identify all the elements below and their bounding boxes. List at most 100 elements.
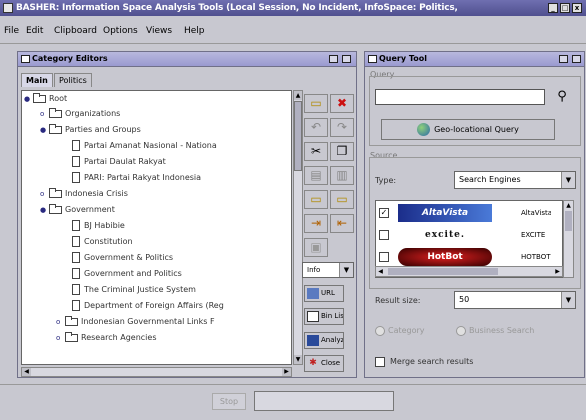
info-select[interactable]: Info ▼ [302,262,354,278]
tree-vertical-scrollbar[interactable]: ▲ ▼ [293,90,303,365]
tree-node[interactable]: ● Root [24,91,67,107]
cut-icon[interactable]: ✂ [304,142,328,161]
tree-node[interactable]: The Criminal Justice System [72,282,196,298]
list-item[interactable]: excite. EXCITE [376,225,552,247]
tree-node[interactable]: Government & Politics [72,250,173,266]
scroll-left-arrow-icon[interactable]: ◀ [376,267,385,276]
export-icon[interactable]: ⇤ [330,214,354,233]
frame-minimize-button[interactable] [329,55,338,63]
scroll-up-arrow-icon[interactable]: ▲ [294,91,302,100]
expand-handle-icon[interactable]: ● [40,122,49,138]
document-icon [72,252,80,263]
frame-maximize-button[interactable] [572,55,581,63]
collapse-handle-icon[interactable]: o [40,186,49,202]
tree-node[interactable]: o Indonesian Governmental Links F [56,314,215,330]
properties-icon[interactable]: ▣ [304,238,328,257]
engine-checkbox[interactable] [379,230,389,240]
delete-icon[interactable]: ✖ [330,94,354,113]
folder-icon [33,93,46,103]
category-tree[interactable]: ● Root o Organizations ● Parties and Groups… [21,90,292,365]
document-icon [72,284,80,295]
tab-main[interactable]: Main [21,73,53,87]
expand-handle-icon[interactable]: ● [40,202,49,218]
query-tool-title: Query Tool [379,54,427,63]
menu-help[interactable]: Help [184,26,205,36]
engine-checkbox[interactable]: ✓ [379,208,389,218]
tree-node[interactable]: o Research Agencies [56,330,157,346]
tree-node-label: Partai Daulat Rakyat [84,157,166,166]
close-window-button[interactable]: x [572,3,582,13]
query-input[interactable] [375,89,545,105]
close-button[interactable]: ✱ Close [304,355,344,372]
window-title: BASHER: Information Space Analysis Tools… [16,3,458,13]
chevron-down-icon[interactable]: ▼ [561,172,575,188]
stop-button[interactable]: Stop [212,393,246,410]
tab-politics[interactable]: Politics [54,73,92,87]
expand-handle-icon[interactable]: ● [24,91,33,107]
tree-horizontal-scrollbar[interactable]: ◀ ▶ [21,367,292,377]
binoculars-icon[interactable]: ⚲ [550,87,574,107]
query-tool-title-bar[interactable]: Query Tool [365,52,584,67]
category-radio[interactable] [375,326,385,336]
engine-list-vertical-scrollbar[interactable]: ▲ [563,200,574,278]
scroll-thumb[interactable] [294,101,302,171]
tree-node[interactable]: o Organizations [40,106,120,122]
scroll-up-arrow-icon[interactable]: ▲ [564,201,573,210]
tree-node[interactable]: Department of Foreign Affairs (Reg [72,298,224,314]
list-item[interactable]: ✓ AltaVista AltaVista [376,203,552,225]
redo-icon[interactable]: ↷ [330,118,354,137]
type-select[interactable]: Search Engines ▼ [454,171,576,189]
tree-node[interactable]: ● Parties and Groups [40,122,141,138]
frame-maximize-button[interactable] [342,55,351,63]
undo-icon[interactable]: ↶ [304,118,328,137]
tree-node[interactable]: o Indonesia Crisis [40,186,128,202]
menu-clipboard[interactable]: Clipboard [54,26,97,36]
scroll-right-arrow-icon[interactable]: ▶ [553,267,562,276]
tree-node-label: Root [49,94,68,103]
scroll-thumb[interactable] [565,211,572,231]
open-folder-icon[interactable]: ▭ [304,190,328,209]
tree-node[interactable]: Partai Amanat Nasional - Nationa [72,138,217,154]
business-search-radio[interactable] [456,326,466,336]
chevron-down-icon[interactable]: ▼ [339,263,353,277]
tree-node[interactable]: ● Government [40,202,115,218]
maximize-button[interactable]: □ [560,3,570,13]
tree-node[interactable]: Government and Politics [72,266,182,282]
frame-minimize-button[interactable] [559,55,568,63]
engine-list-horizontal-scrollbar[interactable]: ◀ ▶ [375,266,563,277]
scroll-left-arrow-icon[interactable]: ◀ [22,368,31,376]
bin-list-button[interactable]: Bin List [304,308,344,325]
collapse-handle-icon[interactable]: o [40,106,49,122]
url-button[interactable]: URL [304,285,344,302]
new-folder-icon[interactable]: ▭ [304,94,328,113]
geo-locational-query-button[interactable]: Geo-locational Query [381,119,555,140]
tree-node[interactable]: BJ Habibie [72,218,125,234]
tree-node[interactable]: Partai Daulat Rakyat [72,154,166,170]
type-label: Type: [375,176,397,185]
paste-into-icon[interactable]: ▥ [330,166,354,185]
copy-icon[interactable]: ❐ [330,142,354,161]
result-size-select[interactable]: 50 ▼ [454,291,576,309]
chevron-down-icon[interactable]: ▼ [561,292,575,308]
analyze-button[interactable]: Analyze [304,332,344,349]
engine-checkbox[interactable] [379,252,389,262]
minimize-button[interactable]: _ [548,3,558,13]
tree-node[interactable]: PARI: Partai Rakyat Indonesia [72,170,201,186]
tree-node[interactable]: Constitution [72,234,133,250]
scroll-thumb[interactable] [388,268,498,275]
collapse-handle-icon[interactable]: o [56,314,65,330]
menu-file[interactable]: File [4,26,19,36]
folder-icon[interactable]: ▭ [330,190,354,209]
menu-views[interactable]: Views [146,26,172,36]
collapse-handle-icon[interactable]: o [56,330,65,346]
window-title-bar[interactable]: BASHER: Information Space Analysis Tools… [0,0,586,16]
paste-icon[interactable]: ▤ [304,166,328,185]
scroll-down-arrow-icon[interactable]: ▼ [294,355,302,364]
status-field [254,391,394,411]
merge-results-checkbox[interactable] [375,357,385,367]
import-icon[interactable]: ⇥ [304,214,328,233]
scroll-right-arrow-icon[interactable]: ▶ [282,368,291,376]
menu-options[interactable]: Options [103,26,138,36]
menu-edit[interactable]: Edit [26,26,43,36]
category-editors-title-bar[interactable]: Category Editors [18,52,356,67]
